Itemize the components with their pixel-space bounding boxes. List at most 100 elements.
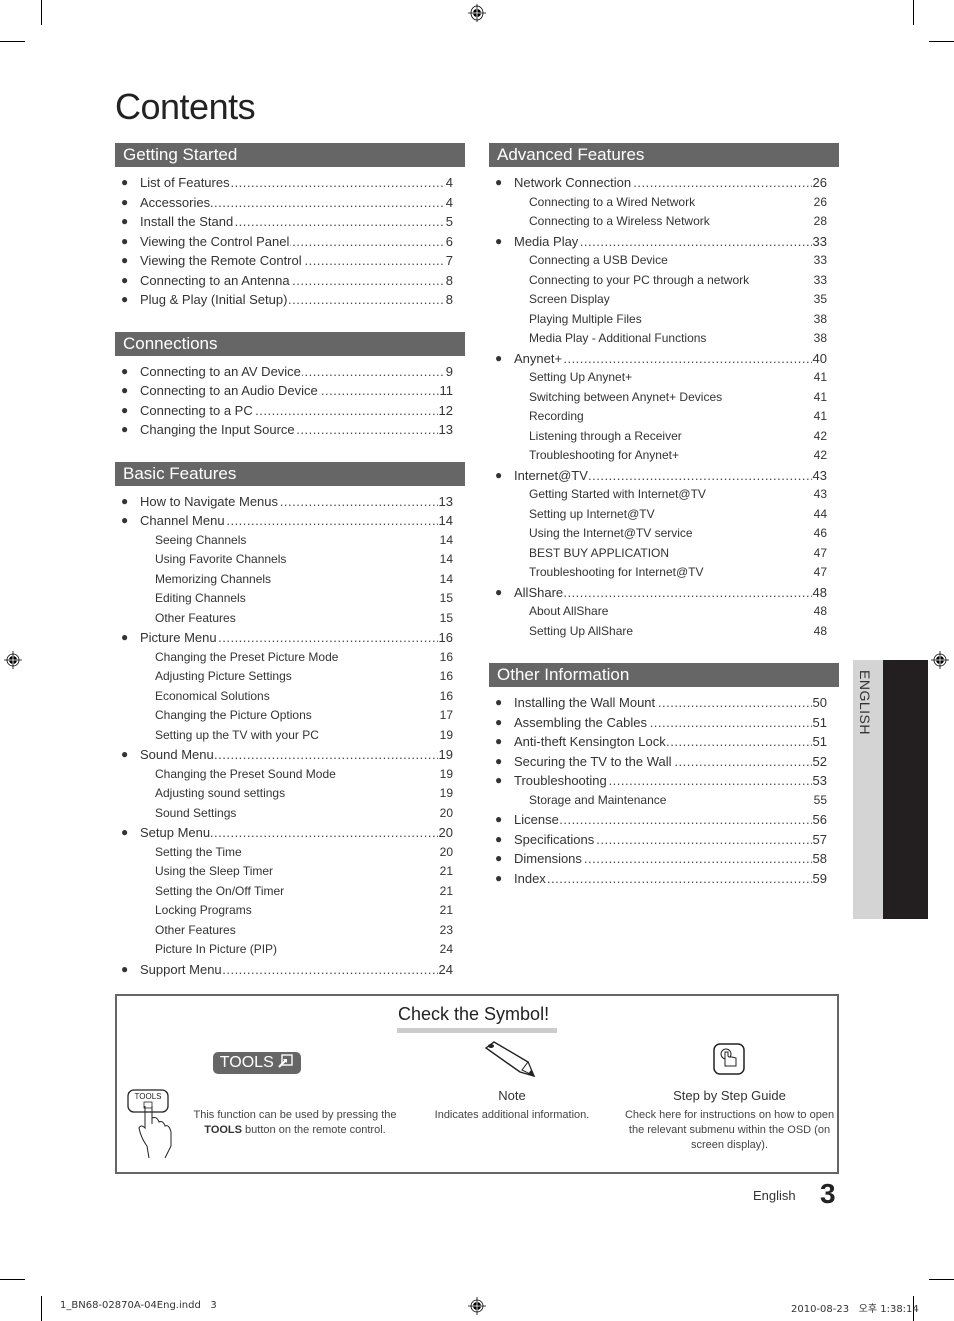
toc-subentry[interactable]: Other Features 23 [115, 920, 465, 940]
toc-subentry[interactable]: Picture In Picture (PIP) 24 [115, 940, 465, 960]
toc-subentry[interactable]: Editing Channels 15 [115, 589, 465, 609]
toc-entry[interactable]: ●.......................................… [115, 511, 465, 531]
toc-subentry[interactable]: Setting Up Anynet+ 41 [489, 368, 839, 388]
toc-entry[interactable]: ●.......................................… [489, 231, 839, 251]
toc-subentry[interactable]: Troubleshooting for Anynet+ 42 [489, 446, 839, 466]
bullet-icon: ● [495, 467, 503, 482]
toc-subentry[interactable]: Sound Settings 20 [115, 803, 465, 823]
toc-entry[interactable]: ●.......................................… [489, 751, 839, 771]
toc-entry[interactable]: ●.......................................… [115, 192, 465, 212]
entry-page-number: 24 [438, 940, 453, 960]
toc-subentry[interactable]: Playing Multiple Files 38 [489, 309, 839, 329]
toc-entry[interactable]: ●.......................................… [489, 732, 839, 752]
toc-subentry[interactable]: Seeing Channels 14 [115, 530, 465, 550]
step-guide-hand-icon [713, 1043, 745, 1075]
toc-entry[interactable]: ●.......................................… [115, 745, 465, 765]
toc-subentry[interactable]: Setting the On/Off Timer 21 [115, 881, 465, 901]
toc-entry[interactable]: ●.......................................… [115, 628, 465, 648]
toc-subentry[interactable]: Media Play - Additional Functions 38 [489, 329, 839, 349]
toc-entry[interactable]: ●.......................................… [489, 173, 839, 193]
section-header: Connections [115, 331, 465, 356]
entry-page-number: 55 [812, 790, 827, 810]
toc-subentry[interactable]: BEST BUY APPLICATION 47 [489, 543, 839, 563]
toc-subentry[interactable]: Setting up the TV with your PC 19 [115, 725, 465, 745]
toc-entry[interactable]: ●.......................................… [489, 810, 839, 830]
toc-subentry[interactable]: Changing the Preset Picture Mode 16 [115, 647, 465, 667]
toc-subentry[interactable]: Economical Solutions 16 [115, 686, 465, 706]
toc-subentry[interactable]: Switching between Anynet+ Devices 41 [489, 387, 839, 407]
toc-subentry[interactable]: Adjusting Picture Settings 16 [115, 667, 465, 687]
entry-page-number: 4 [444, 173, 453, 193]
entry-title: Viewing the Remote Control [140, 251, 303, 271]
entry-title: Dimensions [514, 849, 583, 869]
toc-subentry[interactable]: Using the Sleep Timer 21 [115, 862, 465, 882]
entry-title: Installing the Wall Mount [514, 693, 657, 713]
entry-page-number: 48 [812, 621, 827, 641]
toc-subentry[interactable]: Connecting a USB Device 33 [489, 251, 839, 271]
entry-title: Setting Up AllShare [529, 621, 635, 641]
toc-entry[interactable]: ●.......................................… [489, 849, 839, 869]
toc-entry[interactable]: ●.......................................… [115, 420, 465, 440]
entry-page-number: 53 [811, 771, 827, 791]
toc-subentry[interactable]: Locking Programs 21 [115, 901, 465, 921]
entry-title: Changing the Preset Picture Mode [155, 647, 340, 667]
toc-left-column: Getting Started ●........................… [115, 143, 465, 1001]
entry-page-number: 47 [812, 563, 827, 583]
toc-entry[interactable]: ●.......................................… [489, 868, 839, 888]
toc-subentry[interactable]: Recording 41 [489, 407, 839, 427]
toc-entry[interactable]: ●.......................................… [489, 693, 839, 713]
entry-page-number: 19 [438, 764, 453, 784]
entry-page-number: 6 [444, 231, 453, 251]
toc-entry[interactable]: ●.......................................… [115, 290, 465, 310]
toc-subentry[interactable]: Connecting to your PC through a network 3… [489, 270, 839, 290]
entry-page-number: 21 [438, 862, 453, 882]
toc-entry[interactable]: ●.......................................… [489, 348, 839, 368]
toc-section: Connections ●............................… [115, 331, 465, 440]
toc-subentry[interactable]: Using the Internet@TV service 46 [489, 524, 839, 544]
entry-page-number: 41 [812, 368, 827, 388]
toc-entry[interactable]: ●.......................................… [115, 270, 465, 290]
toc-subentry[interactable]: Connecting to a Wired Network 26 [489, 192, 839, 212]
entry-page-number: 33 [812, 251, 827, 271]
toc-entry[interactable]: ●.......................................… [115, 381, 465, 401]
toc-entry[interactable]: ●.......................................… [489, 829, 839, 849]
toc-subentry[interactable]: Setting up Internet@TV 44 [489, 504, 839, 524]
entry-page-number: 21 [438, 901, 453, 921]
toc-subentry[interactable]: Troubleshooting for Internet@TV 47 [489, 563, 839, 583]
toc-entry[interactable]: ●.......................................… [115, 491, 465, 511]
tools-description-rest: button on the remote control. [242, 1124, 386, 1136]
toc-subentry[interactable]: Changing the Picture Options 17 [115, 706, 465, 726]
toc-entry[interactable]: ●.......................................… [115, 251, 465, 271]
toc-entry[interactable]: ●.......................................… [115, 823, 465, 843]
toc-subentry[interactable]: Using Favorite Channels 14 [115, 550, 465, 570]
toc-entry[interactable]: ●.......................................… [489, 771, 839, 791]
toc-entry[interactable]: ●.......................................… [489, 582, 839, 602]
entry-title: Connecting to an Antenna [140, 270, 291, 290]
toc-entry[interactable]: ●.......................................… [115, 400, 465, 420]
toc-subentry[interactable]: Adjusting sound settings 19 [115, 784, 465, 804]
toc-subentry[interactable]: About AllShare 48 [489, 602, 839, 622]
section-header: Basic Features [115, 461, 465, 486]
tools-badge-label: TOOLS [219, 1054, 274, 1071]
crop-mark [929, 41, 954, 42]
toc-subentry[interactable]: Changing the Preset Sound Mode 19 [115, 764, 465, 784]
entry-page-number: 8 [444, 270, 453, 290]
toc-subentry[interactable]: Getting Started with Internet@TV 43 [489, 485, 839, 505]
bullet-icon: ● [121, 513, 129, 527]
toc-subentry[interactable]: Setting Up AllShare 48 [489, 621, 839, 641]
toc-entry[interactable]: ●.......................................… [115, 212, 465, 232]
toc-subentry[interactable]: Storage and Maintenance 55 [489, 790, 839, 810]
toc-entry[interactable]: ●.......................................… [115, 959, 465, 979]
toc-subentry[interactable]: Setting the Time 20 [115, 842, 465, 862]
toc-subentry[interactable]: Memorizing Channels 14 [115, 569, 465, 589]
toc-entry[interactable]: ●.......................................… [115, 231, 465, 251]
toc-entry[interactable]: ●.......................................… [489, 712, 839, 732]
toc-subentry[interactable]: Other Features 15 [115, 608, 465, 628]
entry-title: Listening through a Receiver [529, 426, 683, 446]
toc-subentry[interactable]: Connecting to a Wireless Network 28 [489, 212, 839, 232]
toc-entry[interactable]: ●.......................................… [115, 361, 465, 381]
toc-subentry[interactable]: Listening through a Receiver 42 [489, 426, 839, 446]
toc-entry[interactable]: ●.......................................… [115, 173, 465, 193]
toc-subentry[interactable]: Screen Display 35 [489, 290, 839, 310]
toc-entry[interactable]: ●.......................................… [489, 465, 839, 485]
